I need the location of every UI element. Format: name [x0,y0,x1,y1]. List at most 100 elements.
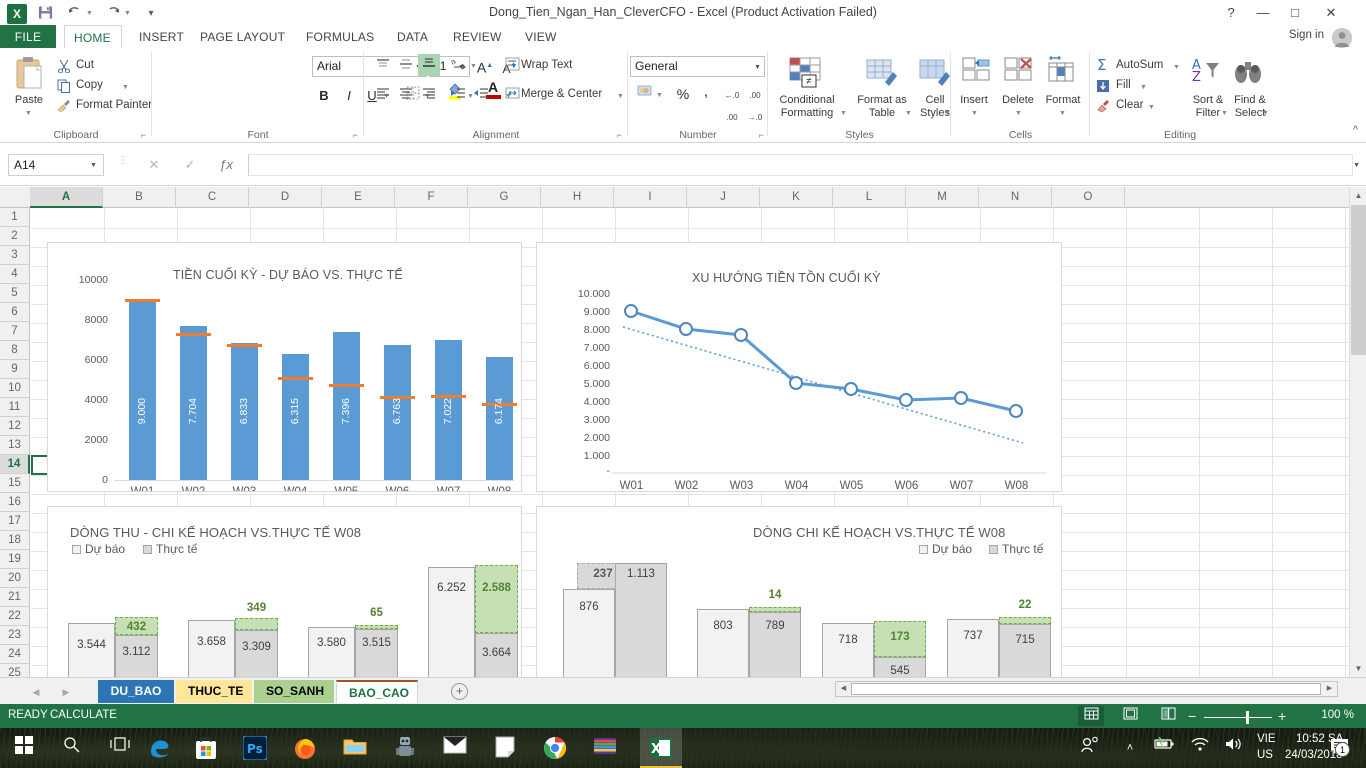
row-header-24[interactable]: 24 [0,645,30,664]
decrease-decimal-icon[interactable]: .00→.0 [744,85,766,107]
battery-icon[interactable] [1152,736,1176,760]
conditional-formatting-button[interactable]: Conditional Formatting [768,94,846,120]
row-header-16[interactable]: 16 [0,493,30,512]
tab-home[interactable]: HOME [64,25,122,49]
merge-center-icon[interactable] [501,85,523,107]
row-header-8[interactable]: 8 [0,341,30,360]
row-header-4[interactable]: 4 [0,265,30,284]
row-header-3[interactable]: 3 [0,246,30,265]
chart4-actual-bar-3[interactable] [999,624,1051,677]
row-header-18[interactable]: 18 [0,531,30,550]
chart3-delta-bar-1[interactable] [235,618,278,630]
start-icon[interactable] [12,736,36,760]
help-button[interactable]: ? [1216,2,1246,24]
delete-dropdown-icon[interactable]: ▼ [1015,110,1022,117]
copy-button[interactable]: Copy [76,79,103,91]
wifi-icon[interactable] [1188,736,1212,760]
zoom-level-label[interactable]: 100 % [1321,709,1354,721]
name-box-dropdown-icon[interactable]: ▼ [90,162,97,169]
file-explorer-icon[interactable] [343,736,367,760]
delete-cells-icon[interactable] [1003,56,1035,91]
tab-insert[interactable]: INSERT [130,25,193,49]
row-header-20[interactable]: 20 [0,569,30,588]
task-view-icon[interactable] [108,736,132,760]
autosum-dropdown-icon[interactable]: ▼ [1173,64,1180,71]
edge-icon[interactable] [148,736,172,760]
chart2-point-6[interactable] [954,391,968,405]
merge-center-dropdown-icon[interactable]: ▼ [617,93,624,100]
tab-file[interactable]: FILE [0,25,56,49]
wrap-text-icon[interactable] [501,56,523,78]
paste-dropdown-icon[interactable]: ▼ [25,110,32,117]
currency-dropdown-icon[interactable]: ▼ [656,92,663,99]
row-header-11[interactable]: 11 [0,398,30,417]
zoom-slider-track[interactable] [1204,717,1272,718]
insert-button[interactable]: Insert [953,94,995,106]
column-header-j[interactable]: J [687,187,760,208]
font-dialog-launcher[interactable]: ⌐ [353,130,358,140]
bold-button[interactable]: B [313,85,335,107]
row-header-17[interactable]: 17 [0,512,30,531]
view-page-break-button[interactable] [1155,706,1181,726]
row-header-21[interactable]: 21 [0,588,30,607]
autosum-button[interactable]: AutoSum [1116,59,1163,71]
tab-formulas[interactable]: FORMULAS [297,25,383,49]
people-icon[interactable] [1078,736,1102,760]
align-center-icon[interactable] [395,85,417,107]
clear-dropdown-icon[interactable]: ▼ [1148,104,1155,111]
robot-app-icon[interactable] [393,736,417,760]
mail-icon[interactable] [443,736,467,760]
italic-button[interactable]: I [338,85,360,107]
chart1-bar-w01[interactable] [129,300,156,480]
chart-dong-chi[interactable]: DÒNG CHI KẾ HOẠCH VS.THỰC TẾ W08 Dự báo … [536,506,1062,677]
column-header-n[interactable]: N [979,187,1052,208]
sheet-next-icon[interactable]: ▶ [58,684,74,700]
sheet-tab-thuc-te[interactable]: THUC_TE [176,680,252,703]
row-header-2[interactable]: 2 [0,227,30,246]
chart3-delta-bar-3[interactable] [475,565,518,633]
merge-center-button[interactable]: Merge & Center [521,88,602,100]
column-header-k[interactable]: K [760,187,833,208]
orientation-dropdown-icon[interactable]: ▼ [470,63,477,70]
account-avatar[interactable] [1332,28,1352,48]
scroll-up-icon[interactable]: ▲ [1350,187,1366,204]
hscroll-left-icon[interactable]: ◀ [837,683,850,695]
format-dropdown-icon[interactable]: ▼ [1059,110,1066,117]
column-header-d[interactable]: D [249,187,322,208]
decrease-indent-icon[interactable] [446,85,468,107]
column-header-l[interactable]: L [833,187,906,208]
delete-button[interactable]: Delete [996,94,1040,106]
column-header-h[interactable]: H [541,187,614,208]
row-header-23[interactable]: 23 [0,626,30,645]
column-header-a[interactable]: A [30,187,103,208]
chart2-point-5[interactable] [899,393,913,407]
row-header-25[interactable]: 25 [0,664,30,677]
horizontal-scrollbar[interactable]: ◀ ▶ [835,681,1338,697]
tab-view[interactable]: VIEW [516,25,565,49]
chrome-icon[interactable] [543,736,567,760]
alignment-dialog-launcher[interactable]: ⌐ [617,130,622,140]
hscroll-right-icon[interactable]: ▶ [1323,683,1336,695]
chart2-point-0[interactable] [624,304,638,318]
tab-data[interactable]: DATA [388,25,437,49]
find-select-icon[interactable] [1233,56,1265,93]
format-cells-icon[interactable] [1047,54,1079,91]
notes-icon[interactable] [493,736,517,760]
format-painter-button[interactable]: Format Painter [76,99,152,111]
column-header-b[interactable]: B [103,187,176,208]
chart3-plan-bar-2[interactable] [308,627,355,677]
number-format-dropdown-icon[interactable]: ▼ [754,64,761,71]
align-top-icon[interactable] [372,56,394,78]
maximize-button[interactable]: □ [1280,2,1310,24]
keyboard-lang-line2[interactable]: US [1257,749,1273,761]
horizontal-scroll-thumb[interactable] [851,683,1321,695]
expand-formula-bar-icon[interactable]: ▼ [1353,162,1360,169]
comma-style-button[interactable]: , [695,81,717,103]
sheet-prev-icon[interactable]: ◀ [28,684,44,700]
cell-styles-icon[interactable] [918,56,952,95]
number-dialog-launcher[interactable]: ⌐ [759,130,764,140]
sign-in-link[interactable]: Sign in [1289,29,1324,41]
notification-center-icon[interactable]: 1 [1330,737,1356,761]
fill-dropdown-icon[interactable]: ▼ [1140,84,1147,91]
paste-button-label[interactable]: Paste [4,94,54,106]
